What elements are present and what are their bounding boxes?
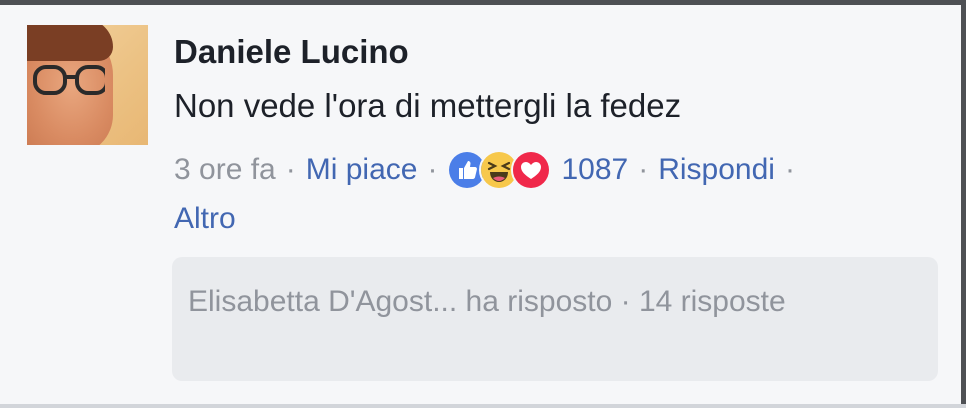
reactions[interactable] — [447, 150, 552, 190]
window-top-edge — [0, 0, 966, 5]
window-right-edge — [961, 0, 966, 408]
separator: · — [285, 153, 296, 186]
replies-summary-box[interactable]: Elisabetta D'Agost... ha risposto · 14 r… — [172, 257, 938, 381]
separator: · — [638, 153, 649, 186]
comment-meta: 3 ore fa · Mi piace · 1087 · Rispondi · — [174, 150, 805, 190]
avatar[interactable] — [27, 25, 148, 145]
love-icon — [511, 150, 552, 190]
avatar-hair — [27, 25, 113, 61]
author-name[interactable]: Daniele Lucino — [174, 33, 409, 71]
window-bottom-edge — [0, 404, 966, 408]
replies-summary-text: Elisabetta D'Agost... ha risposto · 14 r… — [188, 285, 786, 318]
like-link[interactable]: Mi piace — [306, 153, 418, 187]
reaction-count[interactable]: 1087 — [561, 153, 628, 187]
reply-link[interactable]: Rispondi — [658, 153, 775, 187]
glasses-icon — [33, 65, 105, 95]
comment-text: Non vede l'ora di mettergli la fedez — [174, 87, 682, 124]
more-link[interactable]: Altro — [174, 202, 236, 236]
separator: · — [427, 153, 438, 186]
timestamp[interactable]: 3 ore fa — [174, 153, 276, 187]
separator: · — [784, 153, 795, 186]
